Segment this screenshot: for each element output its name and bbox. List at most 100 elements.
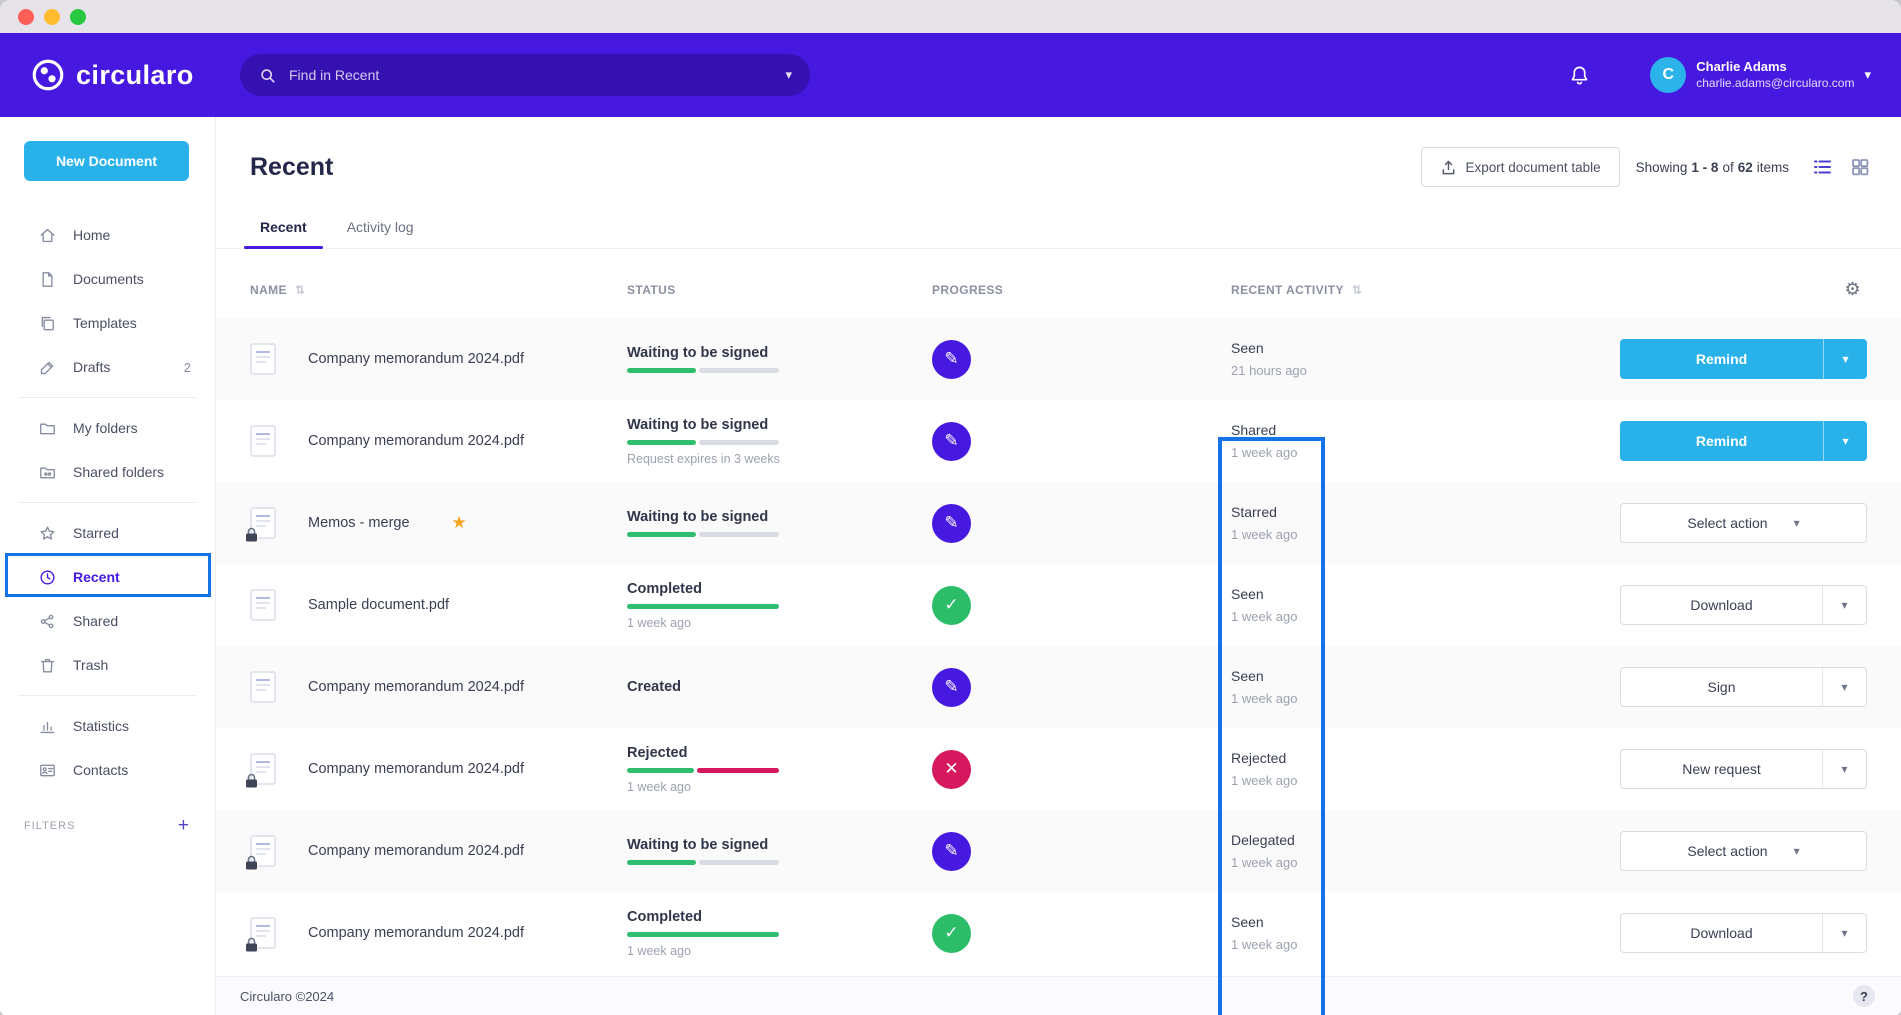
sidebar-item-trash[interactable]: Trash: [0, 643, 215, 687]
help-icon[interactable]: ?: [1853, 985, 1875, 1007]
folder-icon: [38, 419, 57, 438]
action-dropdown-toggle[interactable]: ▾: [1823, 339, 1867, 379]
window-titlebar: [0, 0, 1901, 33]
notifications-bell-icon[interactable]: [1567, 63, 1592, 88]
progress-bar: [627, 768, 779, 773]
divider: [18, 502, 197, 503]
tab-recent[interactable]: Recent: [240, 205, 327, 248]
sidebar-item-starred[interactable]: Starred: [0, 511, 215, 555]
export-document-table-button[interactable]: Export document table: [1421, 147, 1620, 187]
share-icon: [38, 612, 57, 631]
drafts-count-badge: 2: [184, 360, 191, 375]
download-button[interactable]: Download: [1621, 586, 1822, 624]
sidebar-item-recent[interactable]: Recent: [0, 555, 215, 599]
activity-label: Seen: [1231, 914, 1481, 930]
contacts-card-icon: [38, 761, 57, 780]
document-name: Memos - merge: [308, 515, 410, 531]
table-row[interactable]: Company memorandum 2024.pdf Waiting to b…: [216, 318, 1901, 400]
sidebar-item-drafts[interactable]: Drafts 2: [0, 345, 215, 389]
circularo-logo-icon: [30, 57, 66, 93]
search-bar[interactable]: ▾: [240, 54, 810, 96]
activity-time: 1 week ago: [1231, 855, 1481, 870]
remind-button[interactable]: Remind: [1620, 339, 1823, 379]
table-row[interactable]: Company memorandum 2024.pdf Created ✎ Se…: [216, 646, 1901, 728]
document-name: Company memorandum 2024.pdf: [308, 351, 524, 367]
lock-icon: [245, 773, 258, 788]
search-scope-caret-icon[interactable]: ▾: [785, 67, 792, 83]
user-menu[interactable]: Charlie Adams charlie.adams@circularo.co…: [1696, 59, 1854, 90]
divider: [18, 397, 197, 398]
activity-label: Seen: [1231, 586, 1481, 602]
status-label: Waiting to be signed: [627, 509, 932, 525]
sidebar-item-home[interactable]: Home: [0, 213, 215, 257]
templates-icon: [38, 314, 57, 333]
activity-label: Seen: [1231, 668, 1481, 684]
table-row[interactable]: Company memorandum 2024.pdf Completed 1 …: [216, 892, 1901, 974]
chevron-down-icon: ▾: [1794, 516, 1800, 530]
user-menu-caret-icon[interactable]: ▾: [1864, 67, 1871, 83]
document-name: Company memorandum 2024.pdf: [308, 761, 524, 777]
avatar[interactable]: C: [1650, 57, 1686, 93]
table-row[interactable]: Company memorandum 2024.pdf Waiting to b…: [216, 400, 1901, 482]
table-row[interactable]: Sample document.pdf Completed 1 week ago…: [216, 564, 1901, 646]
table-row[interactable]: Company memorandum 2024.pdf Rejected 1 w…: [216, 728, 1901, 810]
trash-icon: [38, 656, 57, 675]
status-label: Created: [627, 679, 932, 695]
tab-activity-log[interactable]: Activity log: [327, 205, 434, 248]
zoom-button[interactable]: [70, 9, 86, 25]
check-badge-icon: ✓: [932, 586, 971, 625]
select-action-button[interactable]: Select action▾: [1620, 503, 1867, 543]
star-icon: ★: [452, 513, 467, 533]
sidebar-item-shared[interactable]: Shared: [0, 599, 215, 643]
add-filter-icon[interactable]: +: [178, 816, 189, 835]
activity-time: 1 week ago: [1231, 609, 1481, 624]
table-row[interactable]: Company memorandum 2024.pdf Waiting to b…: [216, 810, 1901, 892]
minimize-button[interactable]: [44, 9, 60, 25]
close-button[interactable]: [18, 9, 34, 25]
search-input[interactable]: [289, 67, 773, 83]
check-badge-icon: ✓: [932, 914, 971, 953]
table-row[interactable]: Memos - merge ★ Waiting to be signed ✎ S…: [216, 482, 1901, 564]
export-icon: [1440, 159, 1457, 176]
signature-badge-icon: ✎: [932, 422, 971, 461]
lock-icon: [245, 527, 258, 542]
page-title: Recent: [250, 153, 333, 182]
activity-time: 1 week ago: [1231, 445, 1481, 460]
document-name: Company memorandum 2024.pdf: [308, 679, 524, 695]
progress-bar: [627, 440, 779, 445]
remind-button[interactable]: Remind: [1620, 421, 1823, 461]
sign-button-group: Sign ▾: [1620, 667, 1867, 707]
action-dropdown-toggle[interactable]: ▾: [1822, 914, 1866, 952]
user-email: charlie.adams@circularo.com: [1696, 76, 1854, 91]
tab-bar: Recent Activity log: [216, 205, 1901, 249]
star-icon: [38, 524, 57, 543]
sort-icon[interactable]: ⇅: [295, 283, 305, 297]
filters-label: FILTERS: [24, 820, 75, 832]
table-settings-gear-icon[interactable]: ⚙: [1844, 279, 1861, 300]
download-button-group: Download ▾: [1620, 913, 1867, 953]
signature-badge-icon: ✎: [932, 340, 971, 379]
sort-icon[interactable]: ⇅: [1352, 283, 1362, 297]
sidebar-item-contacts[interactable]: Contacts: [0, 748, 215, 792]
action-dropdown-toggle[interactable]: ▾: [1822, 668, 1866, 706]
sidebar-item-templates[interactable]: Templates: [0, 301, 215, 345]
sidebar-item-documents[interactable]: Documents: [0, 257, 215, 301]
activity-time: 1 week ago: [1231, 527, 1481, 542]
grid-view-icon[interactable]: [1849, 156, 1871, 178]
sidebar-item-statistics[interactable]: Statistics: [0, 704, 215, 748]
download-button[interactable]: Download: [1621, 914, 1822, 952]
new-document-button[interactable]: New Document: [24, 141, 189, 181]
action-dropdown-toggle[interactable]: ▾: [1823, 421, 1867, 461]
activity-time: 1 week ago: [1231, 691, 1481, 706]
select-action-button[interactable]: Select action▾: [1620, 831, 1867, 871]
sidebar-item-shared-folders[interactable]: Shared folders: [0, 450, 215, 494]
action-dropdown-toggle[interactable]: ▾: [1822, 750, 1866, 788]
brand-logo[interactable]: circularo: [30, 57, 218, 93]
action-dropdown-toggle[interactable]: ▾: [1822, 586, 1866, 624]
list-view-icon[interactable]: [1811, 156, 1833, 178]
sign-button[interactable]: Sign: [1621, 668, 1822, 706]
chevron-down-icon: ▾: [1794, 844, 1800, 858]
status-label: Completed: [627, 581, 932, 597]
sidebar-item-my-folders[interactable]: My folders: [0, 406, 215, 450]
new-request-button[interactable]: New request: [1621, 750, 1822, 788]
